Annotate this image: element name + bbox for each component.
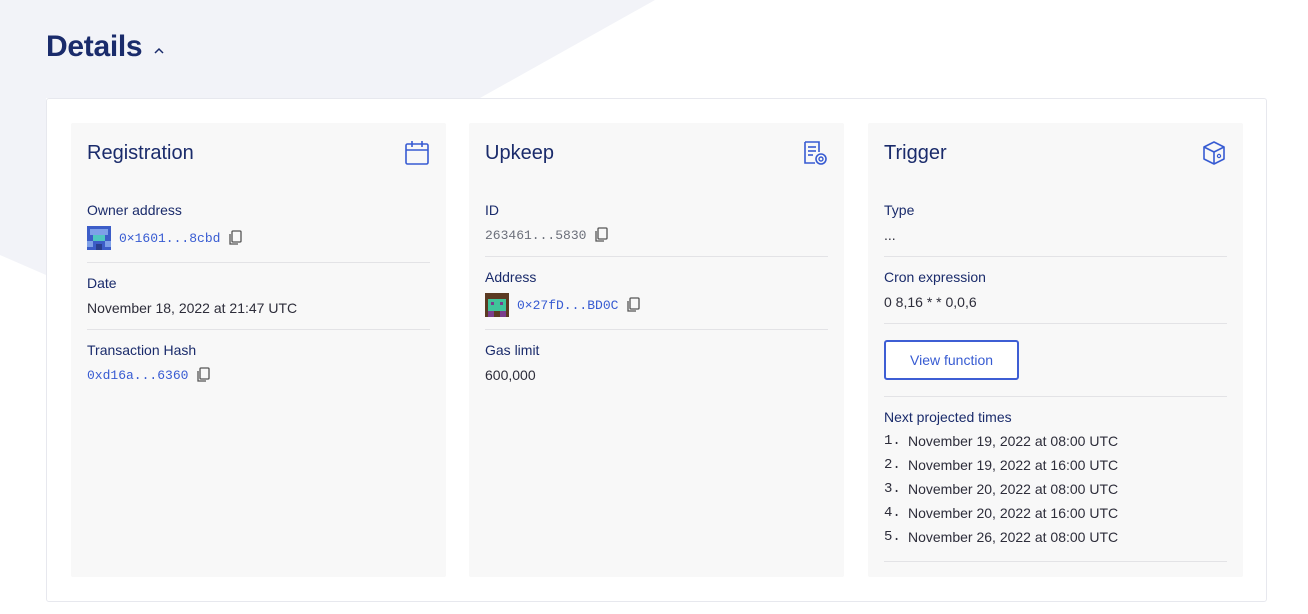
owner-address-link[interactable]: 0×1601...8cbd [119,231,220,246]
next-times-label: Next projected times [884,409,1012,425]
list-item: 5. November 26, 2022 at 08:00 UTC [884,529,1119,545]
gas-limit-section: Gas limit 600,000 [485,330,828,396]
list-item: 3. November 20, 2022 at 08:00 UTC [884,481,1119,497]
view-function-button[interactable]: View function [884,340,1020,380]
card-title: Registration [87,142,194,164]
list-item: 2. November 19, 2022 at 16:00 UTC [884,457,1119,473]
trigger-type-label: Type [884,202,915,218]
trigger-type-section: Type ... [884,190,1227,257]
cube-icon [1201,140,1227,166]
copy-icon[interactable] [626,297,641,313]
transaction-hash-section: Transaction Hash 0xd16a...6360 [87,330,430,396]
details-header[interactable]: Details [46,30,166,64]
transaction-hash-link[interactable]: 0xd16a...6360 [87,368,188,383]
upkeep-address-link[interactable]: 0×27fD...BD0C [517,298,618,313]
date-value: November 18, 2022 at 21:47 UTC [87,300,298,316]
upkeep-address-label: Address [485,269,537,285]
trigger-type-value: ... [884,227,896,243]
upkeep-avatar [485,293,509,317]
trigger-card: Trigger Type ... Cron expression 0 8,16 … [868,123,1243,577]
cron-expression-label: Cron expression [884,269,986,285]
upkeep-address-section: Address 0×27fD...BD0C [485,257,828,330]
card-title: Upkeep [485,142,554,164]
owner-address-label: Owner address [87,202,182,218]
upkeep-id-section: ID 263461...5830 [485,190,828,257]
owner-avatar [87,226,111,250]
upkeep-id-value: 263461...5830 [485,227,587,243]
details-panel: Registration Owner address 0×1601...8cbd… [46,98,1267,602]
next-times-list: 1. November 19, 2022 at 08:00 UTC 2. Novem… [884,429,1227,549]
card-title: Trigger [884,142,947,164]
date-label: Date [87,275,117,291]
copy-icon[interactable] [594,227,609,243]
calendar-icon [404,140,430,166]
document-gear-icon [802,140,828,166]
list-item: 1. November 19, 2022 at 08:00 UTC [884,433,1119,449]
upkeep-id-label: ID [485,202,499,218]
gas-limit-label: Gas limit [485,342,540,358]
cron-expression-section: Cron expression 0 8,16 * * 0,0,6 [884,257,1227,324]
page-title: Details [46,30,143,63]
date-section: Date November 18, 2022 at 21:47 UTC [87,263,430,330]
registration-card: Registration Owner address 0×1601...8cbd… [71,123,446,577]
cron-expression-value: 0 8,16 * * 0,0,6 [884,294,977,310]
list-item: 4. November 20, 2022 at 16:00 UTC [884,505,1119,521]
upkeep-card: Upkeep ID 263461...5830 Address 0×27fD..… [469,123,844,577]
gas-limit-value: 600,000 [485,367,536,383]
copy-icon[interactable] [228,230,243,246]
chevron-up-icon[interactable] [152,44,166,58]
next-times-section: Next projected times 1. November 19, 2022… [884,397,1227,562]
view-function-section: View function [884,324,1227,397]
transaction-hash-label: Transaction Hash [87,342,197,358]
copy-icon[interactable] [196,367,211,383]
owner-address-section: Owner address 0×1601...8cbd [87,190,430,263]
